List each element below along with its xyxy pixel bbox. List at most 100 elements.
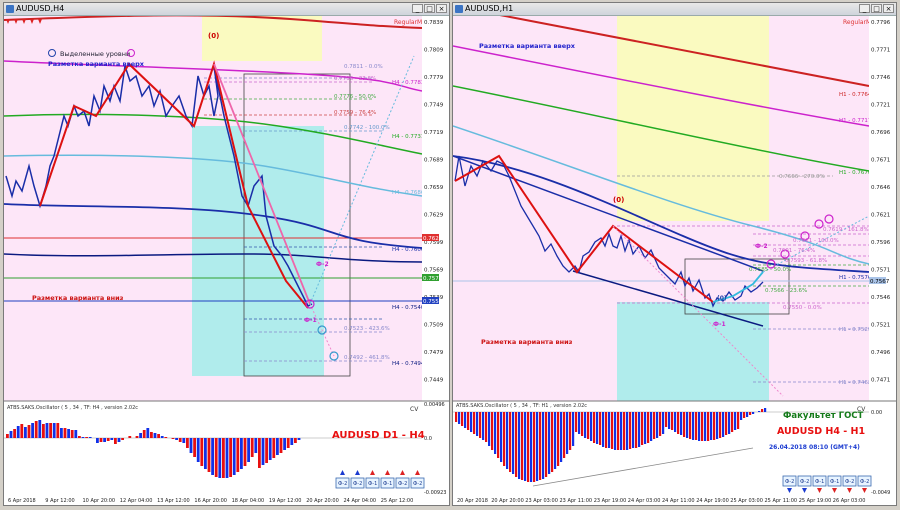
price-chart-right[interactable]: RegularMode Разметка варианта вверх Разм…: [453, 16, 896, 506]
oscillator-bar: [632, 412, 635, 448]
oscillator-bar: [160, 436, 164, 438]
line-value-label: H1 - 0.7717: [839, 118, 872, 124]
time-axis-label: 24 Apr 03:00: [628, 498, 661, 504]
oscillator-bar: [164, 437, 168, 438]
oscillator-bar: [641, 412, 644, 445]
window-titlebar[interactable]: AUDUSD,H4 _ □ ×: [4, 3, 449, 16]
price-scale-label: 0.7471: [871, 377, 890, 383]
oscillator-bar: [38, 420, 42, 438]
line-value-label: H4 - 0.7494: [392, 361, 425, 367]
oscillator-bar: [704, 412, 707, 441]
oscillator-bar: [114, 438, 117, 444]
oscillator-bar: [9, 431, 13, 438]
oscillator-bar: [96, 438, 99, 443]
oscillator-bar: [575, 412, 578, 432]
oscillator-bar: [692, 412, 695, 440]
price-scale-label: 0.7696: [871, 130, 891, 136]
oscillator-bar: [557, 412, 560, 466]
window-titlebar[interactable]: AUDUSD,H1 _ □ ×: [453, 3, 896, 16]
close-icon[interactable]: ×: [883, 4, 894, 13]
oscillator-bar: [186, 438, 189, 448]
price-scale-label: 0.7671: [871, 157, 890, 163]
time-axis-label: 25 Apr 03:00: [730, 498, 763, 504]
oscillator-bar: [503, 412, 506, 466]
wave-filter-button[interactable]: Ф-2: [842, 475, 857, 487]
wave-filter-button[interactable]: Ф-2: [797, 475, 812, 487]
oscillator-bar: [572, 412, 575, 446]
time-axis-label: 9 Apr 12:00: [45, 498, 74, 504]
oscillator-bar: [518, 412, 521, 479]
time-zone-yellow: [202, 16, 322, 61]
line-value-label: H4 - 0.7540: [392, 305, 425, 311]
zero-label-small: (0): [717, 295, 727, 302]
minimize-icon[interactable]: _: [859, 4, 870, 13]
oscillator-bar: [56, 423, 60, 438]
oscillator-bar: [464, 412, 467, 428]
wave-filter-button[interactable]: Ф-1: [380, 477, 395, 489]
oscillator-bar: [139, 433, 142, 438]
oscillator-bar: [178, 438, 182, 442]
chart-window-left[interactable]: AUDUSD,H4 _ □ × RegularMode (0) Выделенн…: [3, 2, 450, 506]
wave-filter-button[interactable]: Ф-2: [395, 477, 410, 489]
time-axis-label: 13 Apr 12:00: [157, 498, 190, 504]
chart-canvas[interactable]: RegularMode Разметка варианта вверх Разм…: [453, 16, 896, 506]
window-title: AUDUSD,H4: [16, 4, 65, 13]
chart-window-right[interactable]: AUDUSD,H1 _ □ × RegularMode Разметка вар…: [452, 2, 897, 506]
oscillator-bar: [719, 412, 722, 438]
oscillator-bar: [283, 438, 286, 450]
maximize-icon[interactable]: □: [424, 4, 435, 13]
wave-filter-button-label: Ф-2: [398, 481, 407, 487]
oscillator-bar: [659, 412, 662, 436]
oscillator-bar: [746, 412, 749, 417]
time-axis-label: 25 Apr 19:00: [799, 498, 832, 504]
oscillator-bar: [611, 412, 614, 449]
oscillator-bar: [554, 412, 557, 469]
close-icon[interactable]: ×: [436, 4, 447, 13]
oscillator-bar: [701, 412, 704, 441]
oscillator-bar: [45, 423, 49, 438]
legend-label: Выделенные уровни: [60, 50, 130, 58]
oscillator-bar: [542, 412, 545, 479]
oscillator-bar: [49, 423, 52, 438]
oscillator-bar: [479, 412, 482, 438]
wave-filter-button[interactable]: Ф-1: [812, 475, 827, 487]
oscillator-bar: [716, 412, 719, 439]
fib-level-label: 0.7811 - 0.0%: [344, 64, 383, 70]
wave-filter-button[interactable]: Ф-1: [827, 475, 842, 487]
current-price-tag-label: 0.7550: [423, 299, 443, 305]
oscillator-bar: [602, 412, 605, 447]
price-scale[interactable]: [422, 16, 449, 506]
fib-level-label: 0.7492 - 461.8%: [344, 355, 390, 361]
fib-level-label: 0.7796 - 23.6%: [334, 76, 376, 82]
wave-filter-button[interactable]: Ф-2: [857, 475, 872, 487]
fib-level-label: 0.7585 - 50.0%: [749, 267, 791, 273]
maximize-icon[interactable]: □: [871, 4, 882, 13]
oscillator-bar: [200, 438, 204, 466]
oscillator-bar: [121, 438, 124, 440]
oscillator-bar: [629, 412, 632, 449]
wave-filter-button[interactable]: Ф-2: [350, 477, 365, 489]
fib-level-label: 0.7611 - 100.0%: [793, 238, 839, 244]
price-scale[interactable]: [869, 16, 896, 506]
oscillator-bar: [500, 412, 503, 462]
price-scale-label: 0.7839: [424, 20, 444, 26]
wave-filter-button[interactable]: Ф-2: [335, 477, 350, 489]
minimize-icon[interactable]: _: [412, 4, 423, 13]
wave-filter-button[interactable]: Ф-2: [782, 475, 797, 487]
price-chart-left[interactable]: RegularMode (0) Выделенные уровни Размет…: [4, 16, 449, 506]
oscillator-bar: [229, 438, 232, 477]
wave-filter-button-label: Ф-1: [368, 481, 377, 487]
oscillator-bar: [581, 412, 584, 436]
oscillator-bar: [276, 438, 279, 455]
wave-filter-button[interactable]: Ф-1: [365, 477, 380, 489]
line-value-label: H1 - 0.7670: [839, 170, 872, 176]
wave-filter-button-label: Ф-1: [383, 481, 392, 487]
chart-canvas[interactable]: RegularMode (0) Выделенные уровни Размет…: [4, 16, 449, 506]
wave-filter-button[interactable]: Ф-2: [410, 477, 425, 489]
oscillator-bar: [279, 438, 283, 453]
oscillator-bar: [473, 412, 476, 434]
oscillator-bar: [99, 438, 103, 442]
oscillator-bar: [743, 412, 746, 418]
oscillator-bar: [34, 421, 38, 438]
oscillator-bar: [533, 412, 536, 482]
